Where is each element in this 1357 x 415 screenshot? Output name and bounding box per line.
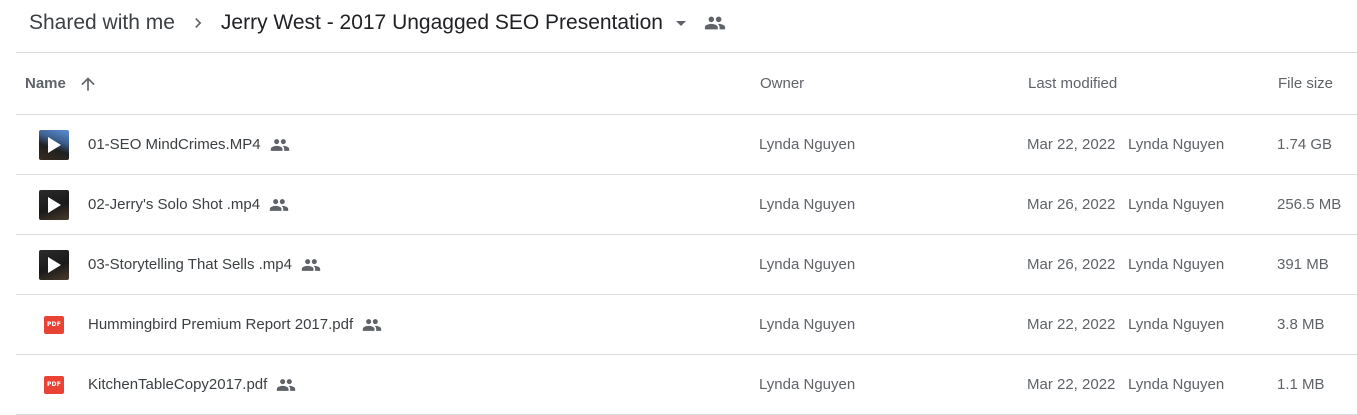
chevron-right-icon: [188, 0, 208, 46]
owner: Lynda Nguyen: [759, 316, 856, 333]
modified-by: Lynda Nguyen: [1128, 196, 1225, 213]
column-header-owner[interactable]: Owner: [760, 53, 804, 114]
column-header-name-label: Name: [25, 75, 66, 92]
owner: Lynda Nguyen: [759, 196, 856, 213]
file-size: 391 MB: [1277, 256, 1329, 273]
file-name[interactable]: Hummingbird Premium Report 2017.pdf: [88, 295, 382, 354]
pdf-icon-label: PDF: [44, 375, 64, 394]
modified-by: Lynda Nguyen: [1128, 256, 1225, 273]
shared-people-icon[interactable]: [703, 0, 727, 46]
file-name-label: 03-Storytelling That Sells .mp4: [88, 256, 292, 273]
table-row[interactable]: 02-Jerry's Solo Shot .mp4 Lynda Nguyen M…: [16, 175, 1357, 235]
modified-by: Lynda Nguyen: [1128, 376, 1225, 393]
file-size: 1.74 GB: [1277, 136, 1333, 153]
table-row[interactable]: 01-SEO MindCrimes.MP4 Lynda Nguyen Mar 2…: [16, 115, 1357, 175]
modified-by: Lynda Nguyen: [1128, 316, 1225, 333]
breadcrumb: Shared with me Jerry West - 2017 Ungagge…: [16, 0, 727, 46]
people-icon: [276, 375, 296, 395]
file-name[interactable]: 01-SEO MindCrimes.MP4: [88, 115, 290, 174]
breadcrumb-current-folder[interactable]: Jerry West - 2017 Ungagged SEO Presentat…: [208, 0, 669, 46]
video-play-icon: [38, 235, 70, 294]
breadcrumb-shared-with-me[interactable]: Shared with me: [16, 0, 188, 46]
column-header-last-modified[interactable]: Last modified: [1028, 53, 1117, 114]
file-size: 256.5 MB: [1277, 196, 1342, 213]
people-icon: [269, 195, 289, 215]
arrow-up-icon[interactable]: [78, 74, 98, 94]
file-list: Name Owner Last modified File size 01-SE…: [16, 53, 1357, 415]
file-size: 1.1 MB: [1277, 376, 1325, 393]
file-name[interactable]: 03-Storytelling That Sells .mp4: [88, 235, 321, 294]
people-icon: [301, 255, 321, 275]
column-header-name[interactable]: Name: [25, 53, 98, 114]
video-play-icon: [38, 115, 70, 174]
file-name[interactable]: KitchenTableCopy2017.pdf: [88, 355, 296, 414]
modified-by: Lynda Nguyen: [1128, 136, 1225, 153]
owner: Lynda Nguyen: [759, 376, 856, 393]
dropdown-caret-icon[interactable]: [669, 0, 693, 46]
modified-date: Mar 22, 2022: [1027, 136, 1116, 153]
file-size: 3.8 MB: [1277, 316, 1325, 333]
table-row[interactable]: PDF Hummingbird Premium Report 2017.pdf …: [16, 295, 1357, 355]
file-list-header: Name Owner Last modified File size: [16, 53, 1357, 115]
file-name-label: 01-SEO MindCrimes.MP4: [88, 136, 261, 153]
file-name-label: KitchenTableCopy2017.pdf: [88, 376, 268, 393]
modified-date: Mar 26, 2022: [1027, 196, 1116, 213]
column-header-file-size[interactable]: File size: [1278, 53, 1333, 114]
video-play-icon: [38, 175, 70, 234]
owner: Lynda Nguyen: [759, 136, 856, 153]
modified-date: Mar 26, 2022: [1027, 256, 1116, 273]
drive-folder-view: Shared with me Jerry West - 2017 Ungagge…: [0, 0, 1357, 415]
file-name-label: Hummingbird Premium Report 2017.pdf: [88, 316, 354, 333]
owner: Lynda Nguyen: [759, 256, 856, 273]
file-name[interactable]: 02-Jerry's Solo Shot .mp4: [88, 175, 289, 234]
modified-date: Mar 22, 2022: [1027, 316, 1116, 333]
people-icon: [270, 135, 290, 155]
modified-date: Mar 22, 2022: [1027, 376, 1116, 393]
table-row[interactable]: PDF KitchenTableCopy2017.pdf Lynda Nguye…: [16, 355, 1357, 415]
pdf-file-icon: PDF: [38, 355, 70, 414]
pdf-icon-label: PDF: [44, 315, 64, 334]
pdf-file-icon: PDF: [38, 295, 70, 354]
table-row[interactable]: 03-Storytelling That Sells .mp4 Lynda Ng…: [16, 235, 1357, 295]
file-name-label: 02-Jerry's Solo Shot .mp4: [88, 196, 261, 213]
people-icon: [362, 315, 382, 335]
